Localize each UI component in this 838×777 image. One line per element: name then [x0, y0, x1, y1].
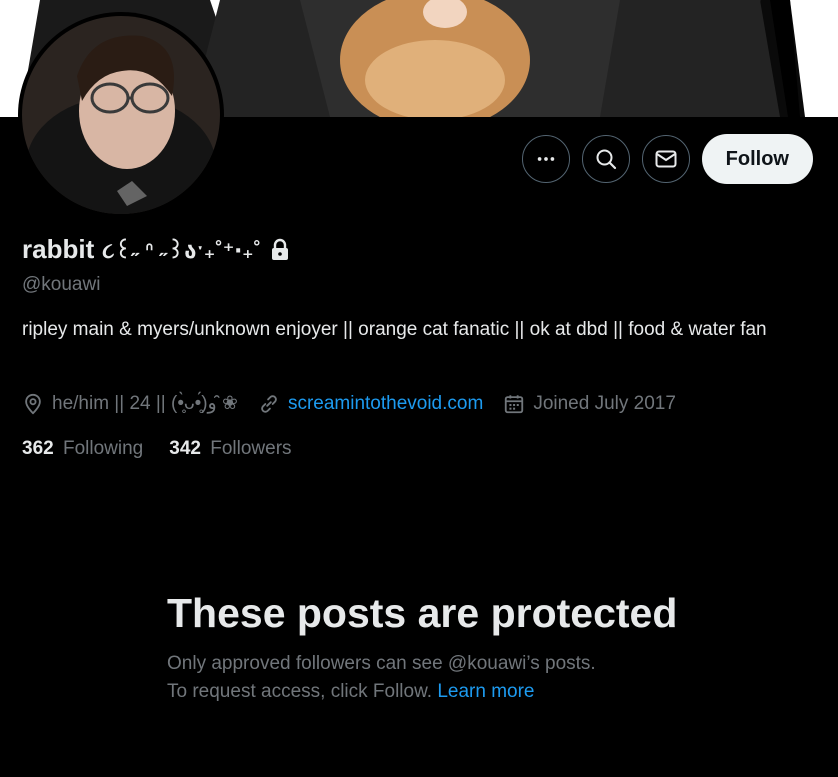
location-text: he/him || 24 || (•̥̀ᴗ•̥́)و ̑̑❀: [52, 393, 238, 414]
more-button[interactable]: [521, 135, 570, 183]
followers-count: 342: [169, 438, 201, 459]
following-count: 362: [22, 438, 54, 459]
protected-line2: To request access, click Follow.: [167, 681, 433, 702]
follow-button[interactable]: Follow: [701, 134, 813, 184]
followers-label: Followers: [210, 438, 292, 459]
display-name-decoration: ૮꒰˶ ᐢ ˶꒱აˑ₊˚⁺‧₊˚: [102, 238, 261, 263]
message-button[interactable]: [641, 135, 690, 183]
protected-title: These posts are protected: [167, 590, 678, 636]
calendar-icon: [505, 394, 524, 413]
user-handle: @kouawi: [22, 274, 101, 295]
location-pin-icon: [25, 393, 41, 414]
following-label: Following: [62, 438, 144, 459]
follow-counts: 362 Following 342 Followers: [22, 438, 292, 460]
avatar[interactable]: [22, 16, 220, 214]
protected-notice: These posts are protected Only approved …: [167, 588, 727, 706]
location-item: he/him || 24 || (•̥̀ᴗ•̥́)و ̑̑❀: [22, 392, 238, 415]
display-name-row: rabbit ૮꒰˶ ᐢ ˶꒱აˑ₊˚⁺‧₊˚: [22, 234, 291, 265]
followers-link[interactable]: 342 Followers: [169, 438, 291, 460]
mail-icon: [655, 150, 677, 168]
profile-actions: Follow: [521, 134, 813, 184]
display-name: rabbit: [22, 234, 95, 264]
website-link[interactable]: screamintothevoid.com: [288, 393, 483, 415]
more-icon: [537, 157, 554, 161]
following-link[interactable]: 362 Following: [22, 438, 143, 460]
link-icon: [261, 394, 277, 413]
profile-meta: he/him || 24 || (•̥̀ᴗ•̥́)و ̑̑❀ screamint…: [22, 392, 696, 415]
protected-message: Only approved followers can see @kouawi’…: [167, 650, 727, 706]
protected-line1: Only approved followers can see @kouawi’…: [167, 653, 596, 674]
search-icon: [596, 149, 616, 170]
lock-icon: [271, 238, 288, 260]
search-button[interactable]: [581, 135, 630, 183]
user-bio: ripley main & myers/unknown enjoyer || o…: [22, 319, 767, 340]
learn-more-link[interactable]: Learn more: [437, 681, 534, 702]
joined-date: Joined July 2017: [533, 392, 676, 414]
joined-item: Joined July 2017: [503, 393, 676, 415]
website-item[interactable]: screamintothevoid.com: [258, 393, 483, 415]
